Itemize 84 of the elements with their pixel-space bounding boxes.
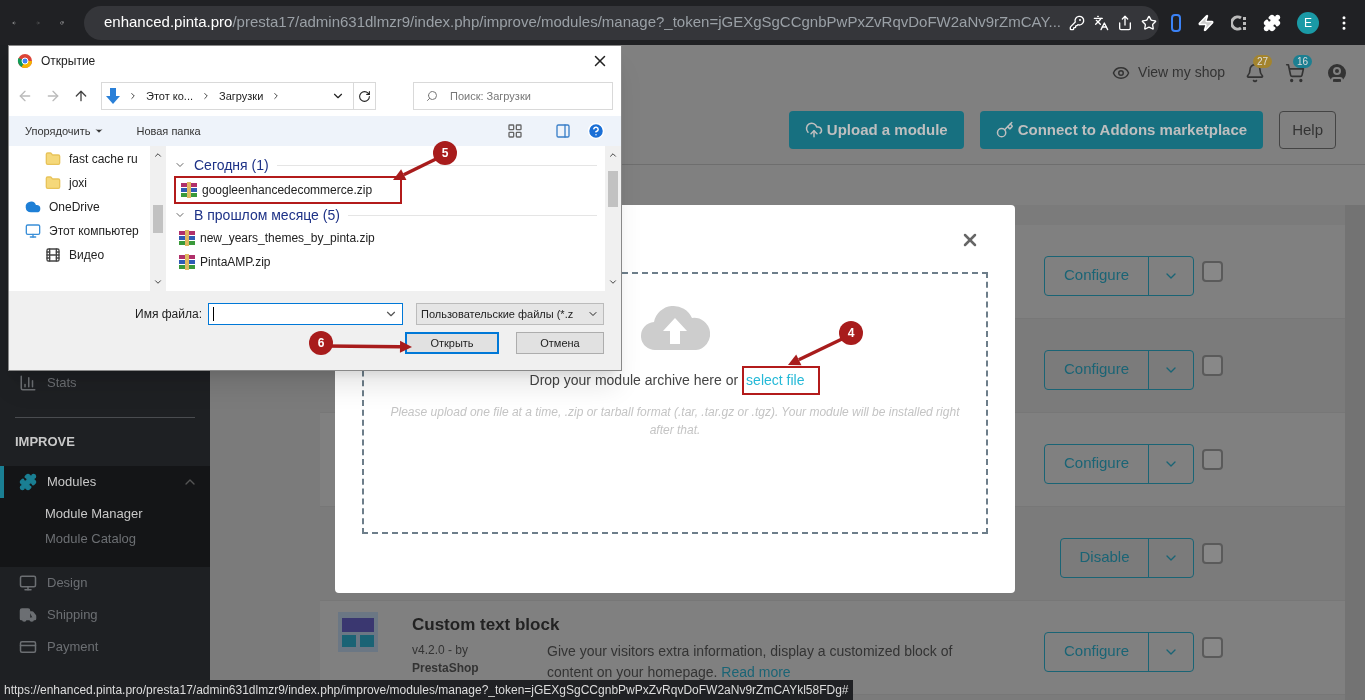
drop-instruction: Drop your module archive here or [529,371,739,390]
browser-logo-icon [17,53,33,69]
lightning-icon[interactable] [1197,13,1215,32]
group-header[interactable]: В прошлом месяце (5) [194,204,340,226]
count-badge: 27 [1253,54,1273,68]
new-folder-button[interactable]: Новая папка [136,122,201,140]
scroll-thumb[interactable] [153,204,163,233]
text-cursor [213,307,214,321]
address-bar[interactable]: enhanced.pinta.pro/presta17/admin631dlmzr9/index.php/improve/modules/manage?_token=jGEXgSgCCgnbPwPxZvRqvDoFW2aNv9rZmCAY... [84,5,1159,40]
filename-field[interactable] [208,303,403,325]
translate-icon[interactable] [1093,14,1110,31]
film-icon [45,247,61,263]
module-description: Give your visitors extra information, display a customized block of content on your homepage. Read more [547,642,954,683]
filename-label: Имя файла: [135,306,202,323]
download-icon [106,88,120,104]
scroll-down-icon[interactable] [153,277,163,287]
search-icon [426,90,438,102]
checkbox[interactable] [1202,449,1223,470]
nav-item[interactable]: joxi [17,174,150,192]
key-icon[interactable] [1069,14,1086,31]
file-item[interactable]: googleenhancedecommerce.zip [176,178,377,202]
extension-icon[interactable] [1231,13,1247,32]
nav-item[interactable]: OneDrive [17,198,150,216]
sidebar-item[interactable]: Modules [0,465,210,498]
file-item[interactable]: new_years_themes_by_pinta.zip [174,226,379,250]
refresh-icon[interactable] [358,89,371,103]
cloud-icon [25,199,41,215]
nav-item[interactable]: Этот компьютер [17,222,150,240]
cloud-upload-icon [804,121,823,139]
help-icon[interactable] [587,122,605,140]
chevron-icon [201,91,211,101]
checkbox[interactable] [1202,355,1223,376]
section-heading: IMPROVE [15,434,75,449]
count-badge: 16 [1293,54,1313,68]
upload-cloud-icon [640,304,710,352]
breadcrumb-item[interactable]: Загрузки [219,87,264,105]
scroll-up-icon[interactable] [153,150,163,160]
upload-hint: Please upload one file at a time, .zip or tarball format (.tar, .tar.gz or .tgz). Your module will be installed right after that. [390,404,960,439]
truck-icon [19,605,37,624]
search-field[interactable]: Поиск: Загрузки [413,82,613,110]
nav-item[interactable]: Видео [17,246,150,264]
file-type-select[interactable]: Пользовательские файлы (*.z [416,303,604,325]
chart-icon [19,374,37,392]
archive-icon [180,181,198,199]
nav-item[interactable]: fast cache ru [17,150,150,168]
checkbox[interactable] [1202,261,1223,282]
scroll-thumb[interactable] [608,170,618,207]
submenu-item[interactable]: Module Manager [45,503,143,523]
folder-icon [45,175,61,191]
address-field[interactable]: Этот ко... Загрузки [101,82,376,110]
checkbox[interactable] [1202,637,1223,658]
computer-icon [25,223,41,239]
submenu-item[interactable]: Module Catalog [45,529,137,549]
module-icon [338,611,378,652]
group-header[interactable]: Сегодня (1) [194,154,269,176]
puzzle-icon [19,472,37,491]
extension-icon[interactable] [1171,13,1181,32]
callout-arrow [788,337,843,366]
chevron-icon [128,91,138,101]
monitor-icon [19,573,37,592]
organize-menu[interactable]: Упорядочить [25,122,105,140]
up-icon[interactable] [73,88,89,104]
view-icon[interactable] [507,123,523,139]
dialog-title: Открытие [41,53,96,70]
module-name: Custom text block [412,613,561,636]
extensions-icon[interactable] [1263,13,1281,32]
archive-icon [178,229,196,247]
bookmark-icon[interactable] [1141,14,1158,31]
cancel-button[interactable]: Отмена [516,332,604,354]
preview-pane-icon[interactable] [555,123,571,139]
module-version: v4.2.0 - by [412,642,470,660]
key-icon [995,121,1014,139]
scroll-up-icon[interactable] [608,150,618,160]
file-type-value: Пользовательские файлы (*.z [421,306,574,322]
checkbox[interactable] [1202,543,1223,564]
module-author: PrestaShop [412,660,480,678]
scroll-down-icon[interactable] [608,277,618,287]
breadcrumb-item[interactable]: Этот ко... [146,87,193,105]
share-icon[interactable] [1117,14,1134,31]
open-button[interactable]: Открыть [405,332,499,354]
caret-icon [94,126,105,136]
file-item[interactable]: PintaAMP.zip [174,250,275,274]
folder-icon [45,151,61,167]
archive-icon [178,253,196,271]
